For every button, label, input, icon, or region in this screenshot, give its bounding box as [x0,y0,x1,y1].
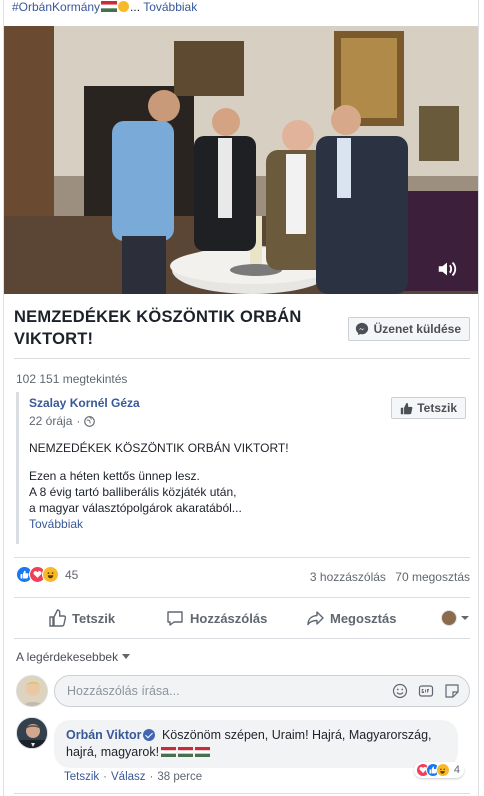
video-title[interactable]: NEMZEDÉKEK KÖSZÖNTIK ORBÁN VIKTORT! [14,306,314,350]
composer-tools [392,683,460,699]
volume-icon[interactable] [436,258,458,280]
ellipsis: ... [130,0,141,14]
hungary-flag-icon [195,747,211,757]
messenger-icon [355,322,368,336]
like-button[interactable]: Tetszik [48,609,115,627]
share-button[interactable]: Megosztás [306,609,396,627]
shared-post-line: A 8 évig tartó balliberális közjáték utá… [29,485,237,499]
shared-post: Szalay Kornél Géza 22 órája · Tetszik NE… [16,392,466,544]
view-count: 102 151 megtekintés [16,372,128,386]
share-count-link[interactable]: 70 megosztás [395,570,470,584]
chevron-down-icon [461,616,469,620]
haha-reaction-icon [435,763,450,777]
shared-post-more-link[interactable]: Továbbiak [29,516,289,532]
reaction-count: 45 [65,567,79,582]
emoji-icon [118,1,130,12]
shared-post-time: 22 órája · [29,414,96,428]
avatar[interactable] [16,717,48,749]
hashtag-link[interactable]: #OrbánKormány [12,0,100,14]
comment-sort-label: A legérdekesebbek [16,650,119,664]
like-page-label: Tetszik [417,401,457,415]
divider [14,597,470,598]
comment-sort-dropdown[interactable]: A legérdekesebbek [16,650,131,664]
sticker-icon[interactable] [444,683,460,699]
comment-time[interactable]: 38 perce [157,771,202,783]
shared-post-line: a magyar választópolgárok akaratából... [29,501,242,515]
comment-composer [16,675,470,707]
send-message-label: Üzenet küldése [373,322,461,336]
see-more-link[interactable]: Továbbiak [143,0,197,14]
send-message-button[interactable]: Üzenet küldése [347,317,470,341]
divider [14,638,470,639]
hungary-flag-icon [101,1,118,12]
comment-reactions[interactable]: 4 [413,762,464,778]
verified-badge-icon [143,729,156,741]
avatar [16,675,48,707]
comment-reply-link[interactable]: Válasz [111,771,146,783]
haha-reaction-icon [42,566,59,583]
hungary-flag-icon [178,747,194,757]
comment-author[interactable]: Orbán Viktor [66,728,141,742]
smiley-icon[interactable] [392,683,408,699]
shared-post-author[interactable]: Szalay Kornél Géza [29,396,140,410]
comment-button[interactable]: Hozzászólás [166,609,267,627]
shared-post-heading: NEMZEDÉKEK KÖSZÖNTIK ORBÁN VIKTORT! [29,441,289,455]
comment-label: Hozzászólás [190,610,268,626]
post-as-selector[interactable] [441,610,470,626]
hungary-flag-icon [161,747,177,757]
video-frame [4,26,478,294]
gif-icon[interactable] [418,683,434,699]
divider [14,358,470,359]
share-arrow-icon [307,611,324,626]
divider [14,557,470,558]
share-label: Megosztás [330,610,397,626]
comment-count-link[interactable]: 3 hozzászólás [310,570,386,584]
comment-bubble-icon [167,611,183,626]
caret-down-icon [122,654,131,659]
engagement-stats: 3 hozzászólás 70 megosztás [304,570,470,584]
divider [14,793,470,794]
like-label: Tetszik [72,610,116,626]
thumbs-up-icon [49,609,66,627]
comment-meta: Tetszik · Válasz · 38 perce [64,771,203,783]
avatar [441,610,457,626]
comment-like-link[interactable]: Tetszik [64,771,99,783]
post-text-tail: #OrbánKormány... Továbbiak [12,0,197,16]
video-player[interactable] [4,26,478,294]
like-page-button[interactable]: Tetszik [391,397,466,419]
reaction-summary[interactable]: 45 [16,566,78,583]
thumbs-up-icon [401,402,413,414]
action-bar: Tetszik Hozzászólás Megosztás [14,600,470,636]
comment-bubble: Orbán Viktor Köszönöm szépen, Uraim! Haj… [54,720,458,768]
comment-reaction-count: 4 [453,764,460,776]
post-timestamp[interactable]: 22 órája [29,414,72,428]
shared-post-line: Ezen a héten kettős ünnep lesz. [29,469,200,483]
globe-icon [84,415,96,427]
shared-post-body: NEMZEDÉKEK KÖSZÖNTIK ORBÁN VIKTORT! Ezen… [29,440,289,532]
